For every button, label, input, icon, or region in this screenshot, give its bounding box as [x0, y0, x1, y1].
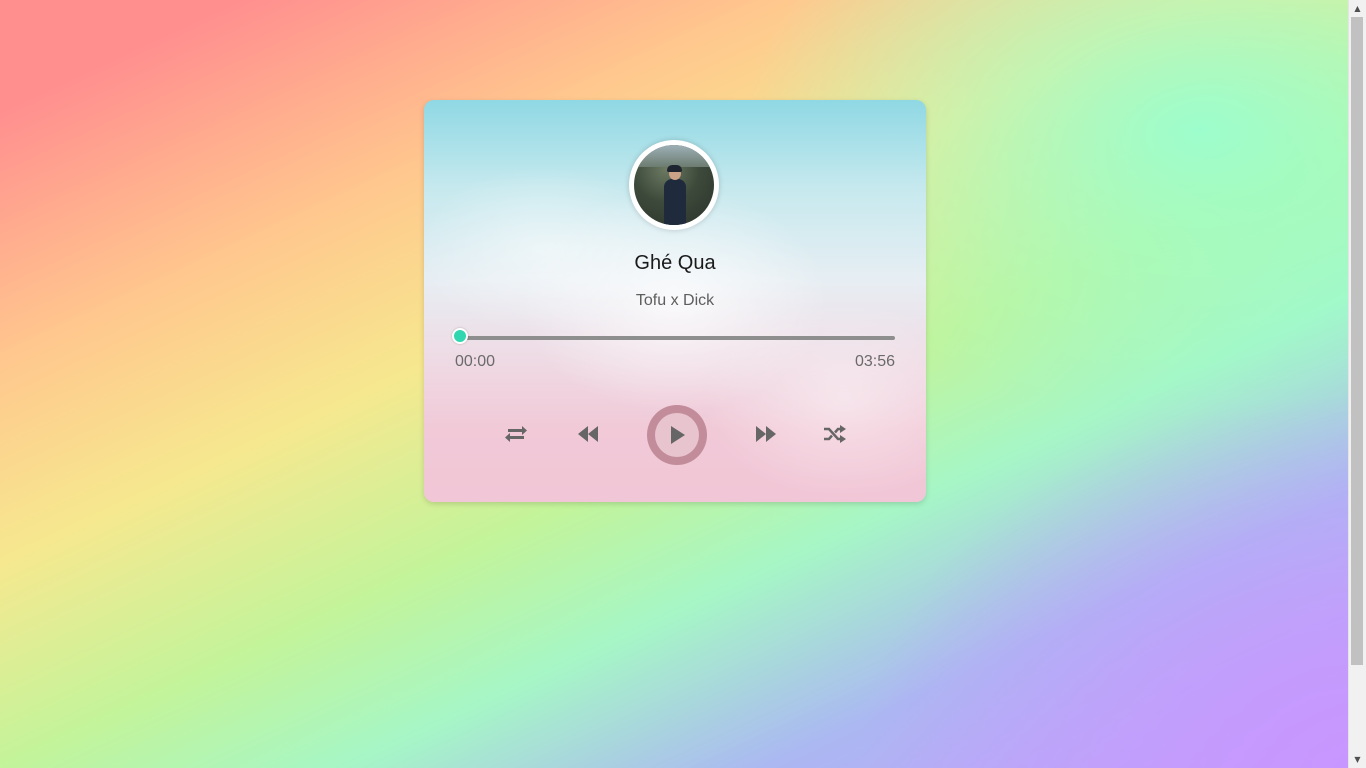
play-icon	[671, 426, 685, 444]
repeat-button[interactable]	[502, 420, 530, 448]
song-artist: Tofu x Dick	[635, 292, 715, 309]
shuffle-icon	[824, 425, 846, 443]
song-title: Ghé Qua	[634, 252, 716, 274]
play-button-inner	[655, 413, 699, 457]
music-player-card: Ghé Qua Tofu x Dick 00:00 03:56	[424, 100, 926, 502]
album-avatar	[629, 140, 719, 230]
repeat-icon	[505, 426, 527, 442]
progress-handle[interactable]	[452, 328, 468, 344]
scroll-down-icon[interactable]: ▼	[1349, 751, 1366, 768]
progress-slider[interactable]	[452, 328, 895, 344]
scroll-up-icon[interactable]: ▲	[1349, 0, 1366, 17]
page-scrollbar[interactable]: ▲ ▼	[1348, 0, 1366, 768]
total-time: 03:56	[854, 353, 895, 370]
fast-forward-icon	[756, 426, 776, 442]
rewind-icon	[578, 426, 598, 442]
previous-button[interactable]	[574, 420, 602, 448]
artist-photo	[634, 145, 714, 225]
play-button[interactable]	[647, 405, 707, 465]
scrollbar-thumb[interactable]	[1351, 17, 1363, 665]
current-time: 00:00	[455, 353, 496, 370]
shuffle-button[interactable]	[821, 420, 849, 448]
next-button[interactable]	[752, 420, 780, 448]
